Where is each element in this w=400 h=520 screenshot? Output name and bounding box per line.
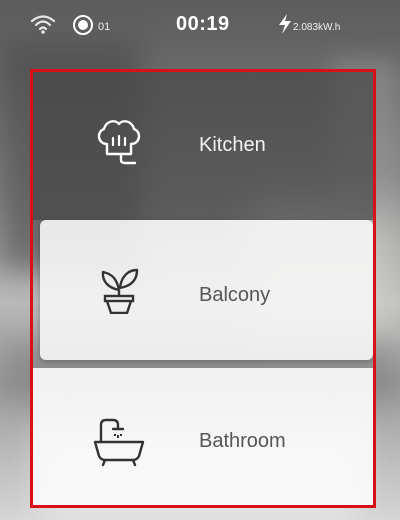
chef-hat-icon xyxy=(97,120,141,165)
room-label: Balcony xyxy=(199,284,271,306)
room-label: Kitchen xyxy=(199,134,266,156)
wifi-icon xyxy=(30,15,56,34)
room-card-bathroom[interactable]: Bathroom xyxy=(33,368,373,505)
room-list: Kitchen Balcony Bathroom xyxy=(30,69,376,508)
device-count: 01 xyxy=(98,21,111,33)
energy-reading: 2.083kW.h xyxy=(293,22,341,33)
room-card-balcony[interactable]: Balcony xyxy=(40,220,373,360)
room-selection-screen: 01 00:19 2.083kW.h Kitchen Balcony Bathr… xyxy=(0,0,400,520)
room-label: Bathroom xyxy=(199,430,286,452)
clock: 00:19 xyxy=(176,13,230,35)
potted-plant-icon xyxy=(101,268,139,314)
room-card-kitchen[interactable]: Kitchen xyxy=(33,72,373,220)
record-icon xyxy=(73,15,93,35)
lightning-bolt-icon xyxy=(279,14,291,34)
bathtub-icon xyxy=(93,418,145,467)
status-bar: 01 00:19 2.083kW.h xyxy=(0,0,400,52)
